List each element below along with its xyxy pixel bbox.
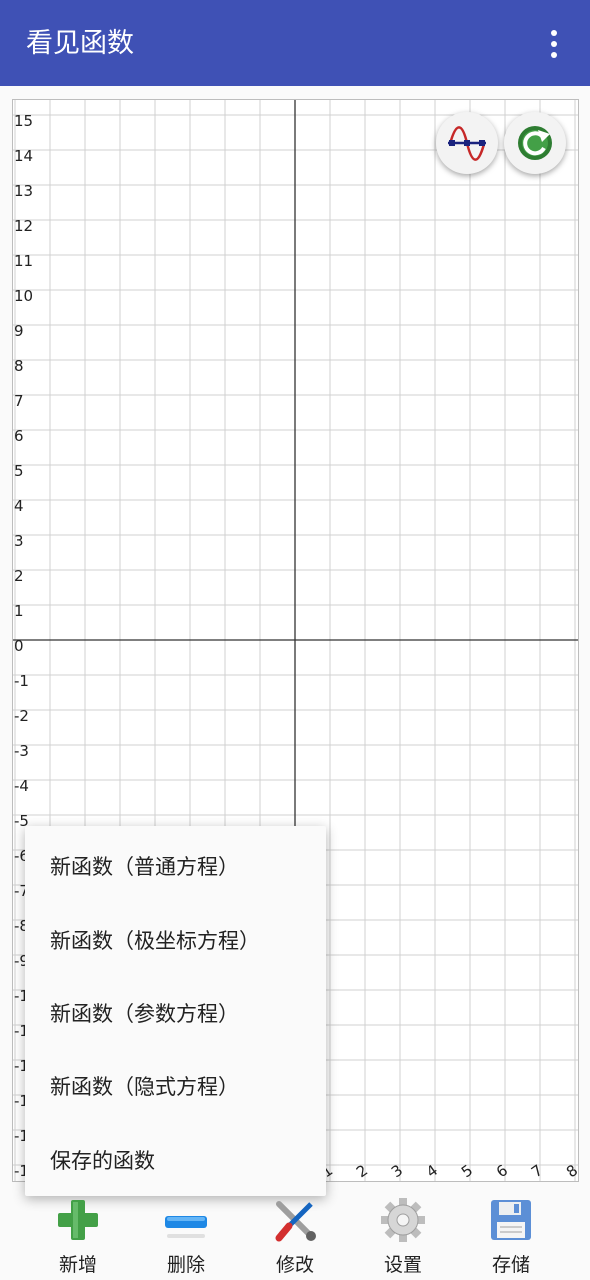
x-tick-label: 8	[563, 1161, 578, 1181]
menu-item-saved-functions[interactable]: 保存的函数	[50, 1146, 155, 1176]
y-tick-label: 8	[14, 357, 24, 375]
trace-curve-button[interactable]	[436, 112, 498, 174]
y-tick-label: -1	[14, 672, 29, 690]
y-tick-label: 6	[14, 427, 24, 445]
y-tick-label: 7	[14, 392, 24, 410]
refresh-icon	[518, 126, 552, 160]
x-tick-label: 7	[528, 1161, 546, 1181]
tools-icon	[275, 1201, 316, 1242]
x-tick-label: 5	[458, 1161, 476, 1181]
y-tick-label: 14	[14, 147, 33, 165]
y-tick-label: 3	[14, 532, 24, 550]
gear-icon	[381, 1198, 425, 1242]
add-button[interactable]: 新增	[24, 1190, 132, 1280]
y-tick-label: 15	[14, 112, 33, 130]
y-tick-label: -4	[14, 777, 29, 795]
x-tick-label: 4	[423, 1161, 441, 1181]
menu-item-new-implicit-equation[interactable]: 新函数（隐式方程）	[50, 1072, 239, 1102]
y-tick-label: 10	[14, 287, 33, 305]
app-bar: 看见函数	[0, 0, 590, 86]
y-tick-label: 5	[14, 462, 24, 480]
x-tick-label: 3	[388, 1161, 406, 1181]
remove-icon	[165, 1216, 207, 1238]
menu-item-new-parametric-equation[interactable]: 新函数（参数方程）	[50, 999, 239, 1029]
edit-label: 修改	[275, 1254, 314, 1276]
overflow-menu-icon[interactable]	[536, 26, 572, 62]
y-tick-label: 2	[14, 567, 24, 585]
y-tick-label: 12	[14, 217, 33, 235]
add-label: 新增	[58, 1254, 97, 1276]
add-icon	[58, 1200, 98, 1240]
save-label: 存储	[491, 1254, 530, 1276]
delete-button[interactable]: 删除	[132, 1190, 240, 1280]
x-tick-label: 6	[493, 1161, 511, 1181]
menu-item-new-polar-equation[interactable]: 新函数（极坐标方程）	[50, 926, 260, 956]
delete-label: 删除	[166, 1254, 205, 1276]
app-title: 看见函数	[26, 28, 134, 59]
sine-curve-icon	[448, 126, 486, 161]
settings-button[interactable]: 设置	[349, 1190, 457, 1280]
x-tick-label: 2	[353, 1161, 371, 1181]
y-tick-label: 0	[14, 637, 24, 655]
floppy-icon	[491, 1200, 531, 1240]
bottom-toolbar: 新增 删除 修改 设置 存储	[0, 1190, 590, 1280]
new-function-popup-menu: 新函数（普通方程） 新函数（极坐标方程） 新函数（参数方程） 新函数（隐式方程）…	[25, 826, 326, 1196]
edit-button[interactable]: 修改	[241, 1190, 349, 1280]
y-tick-label: 9	[14, 322, 24, 340]
menu-item-new-normal-equation[interactable]: 新函数（普通方程）	[50, 852, 239, 882]
save-button[interactable]: 存储	[457, 1190, 565, 1280]
settings-label: 设置	[383, 1254, 422, 1276]
y-tick-label: 13	[14, 182, 33, 200]
y-tick-label: -3	[14, 742, 29, 760]
y-tick-label: -2	[14, 707, 29, 725]
y-tick-label: 11	[14, 252, 33, 270]
refresh-button[interactable]	[504, 112, 566, 174]
y-tick-label: 4	[14, 497, 24, 515]
y-tick-label: 1	[14, 602, 24, 620]
